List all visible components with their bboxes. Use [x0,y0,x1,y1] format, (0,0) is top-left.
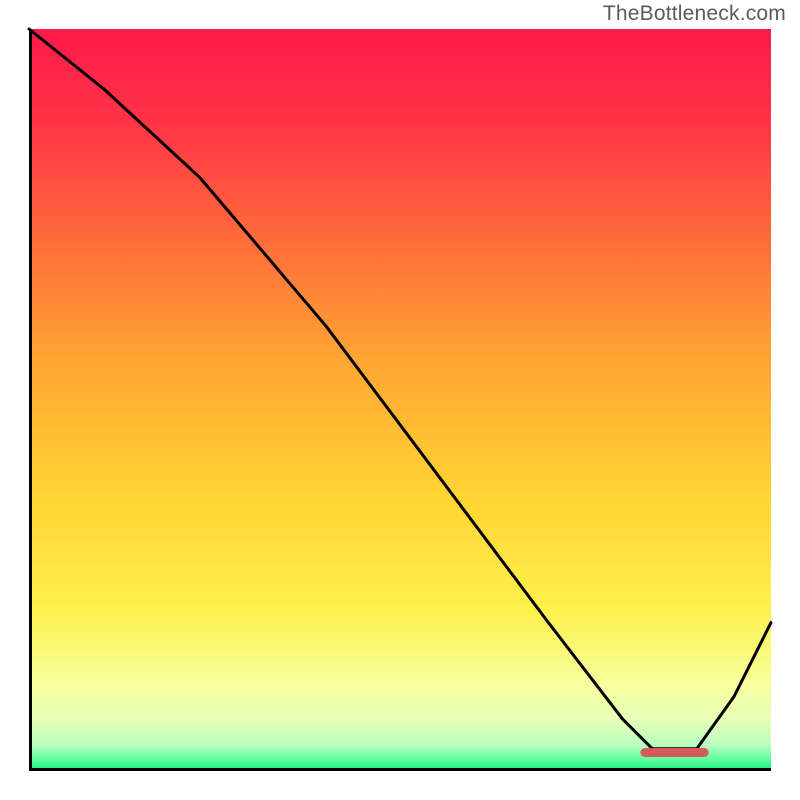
chart-container: TheBottleneck.com [0,0,800,800]
axes-frame [29,29,771,771]
watermark-label: TheBottleneck.com [603,2,786,26]
